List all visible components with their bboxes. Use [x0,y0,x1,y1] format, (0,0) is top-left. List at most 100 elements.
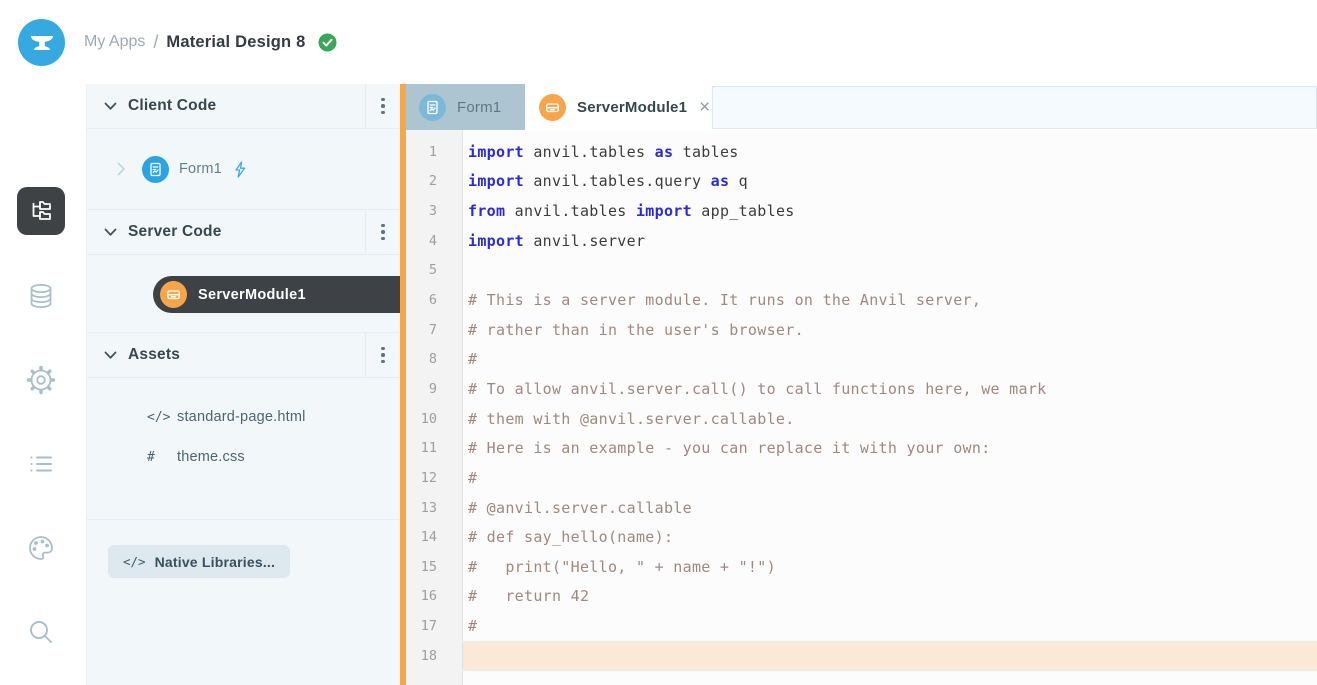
server-code-menu-button[interactable] [365,210,400,254]
line-number: 3 [406,203,463,219]
code-text: import anvil.tables.query as q [463,167,1317,197]
code-brackets-icon: </> [123,554,146,569]
client-code-menu-button[interactable] [365,84,400,128]
app-structure-button[interactable] [17,187,65,235]
tree-item-servermodule1-selected[interactable]: ServerModule1 [153,276,400,313]
breadcrumb: My Apps / Material Design 8 [84,0,337,84]
asset-item-theme-css[interactable]: # theme.css [87,437,400,477]
line-number: 9 [406,381,463,397]
saved-check-icon[interactable] [318,33,337,52]
client-code-body: Form1 [87,129,400,210]
css-file-icon: # [147,450,177,465]
tab-bar: Form1 ServerModule1 × [406,84,1317,130]
panel-resize-handle[interactable] [400,84,406,685]
code-text [463,256,1317,286]
code-editor[interactable]: 1import anvil.tables as tables2import an… [406,130,1317,685]
code-line[interactable]: 16# return 42 [406,582,1317,612]
code-line[interactable]: 9# To allow anvil.server.call() to call … [406,374,1317,404]
breadcrumb-my-apps[interactable]: My Apps [84,33,145,51]
code-text: # [463,611,1317,641]
line-number: 10 [406,411,463,427]
section-assets[interactable]: Assets [87,333,400,378]
code-line[interactable]: 7# rather than in the user's browser. [406,315,1317,345]
line-number: 5 [406,262,463,278]
chevron-down-icon[interactable] [102,98,118,114]
code-line[interactable]: 12# [406,463,1317,493]
code-lines: 1import anvil.tables as tables2import an… [406,137,1317,671]
code-text: # This is a server module. It runs on th… [463,285,1317,315]
line-number: 8 [406,351,463,367]
chevron-right-icon[interactable] [117,162,126,176]
database-button[interactable] [17,272,65,320]
tab-servermodule1-active[interactable]: ServerModule1 × [525,84,712,130]
database-icon [26,281,56,311]
line-number: 11 [406,440,463,456]
assets-menu-button[interactable] [365,333,400,377]
code-line[interactable]: 3from anvil.tables import app_tables [406,196,1317,226]
breadcrumb-app-name[interactable]: Material Design 8 [166,33,305,52]
line-number: 15 [406,559,463,575]
settings-gear-icon [25,364,57,396]
main-content: Form1 ServerModule1 × 1import anvil.tabl… [406,84,1317,685]
asset-item-standard-page[interactable]: </> standard-page.html [87,397,400,437]
line-number: 6 [406,292,463,308]
tree-item-label: Form1 [179,161,222,177]
code-line[interactable]: 11# Here is an example - you can replace… [406,433,1317,463]
section-client-code[interactable]: Client Code [87,84,400,129]
code-line[interactable]: 18 [406,641,1317,671]
code-text: from anvil.tables import app_tables [463,196,1317,226]
theme-palette-icon [26,533,56,563]
search-button[interactable] [17,608,65,656]
left-icon-rail [0,84,86,685]
chevron-down-icon[interactable] [102,224,118,240]
search-icon [26,617,56,647]
line-number: 16 [406,588,463,604]
anvil-icon [28,29,56,57]
code-text: # Here is an example - you can replace i… [463,433,1317,463]
settings-button[interactable] [17,356,65,404]
code-file-icon: </> [147,410,177,425]
code-text: # them with @anvil.server.callable. [463,404,1317,434]
code-text: # [463,463,1317,493]
code-text: # def say_hello(name): [463,522,1317,552]
server-code-body: ServerModule1 [87,255,400,333]
code-text [463,641,1317,671]
anvil-editor-window: My Apps / Material Design 8 [0,0,1317,685]
kebab-menu-icon [381,98,385,115]
close-tab-icon[interactable]: × [699,98,710,117]
code-line[interactable]: 1import anvil.tables as tables [406,137,1317,167]
list-icon [26,449,56,479]
form-icon [419,94,446,121]
code-line[interactable]: 2import anvil.tables.query as q [406,167,1317,197]
code-line[interactable]: 17# [406,611,1317,641]
code-line[interactable]: 15# print("Hello, " + name + "!") [406,552,1317,582]
asset-label: theme.css [177,449,245,465]
code-text: # print("Hello, " + name + "!") [463,552,1317,582]
code-line[interactable]: 8# [406,344,1317,374]
line-number: 1 [406,144,463,160]
code-line[interactable]: 6# This is a server module. It runs on t… [406,285,1317,315]
tree-item-form1[interactable]: Form1 [87,149,400,189]
tab-label: ServerModule1 [577,99,687,116]
code-text: # To allow anvil.server.call() to call f… [463,374,1317,404]
theme-button[interactable] [17,524,65,572]
code-line[interactable]: 4import anvil.server [406,226,1317,256]
tab-form1[interactable]: Form1 [403,84,525,130]
logs-list-button[interactable] [17,440,65,488]
top-bar: My Apps / Material Design 8 [0,0,1317,84]
code-line[interactable]: 13# @anvil.server.callable [406,493,1317,523]
section-server-code[interactable]: Server Code [87,210,400,255]
code-line[interactable]: 14# def say_hello(name): [406,522,1317,552]
native-libraries-button[interactable]: </> Native Libraries... [108,545,290,578]
code-text: # [463,344,1317,374]
anvil-logo[interactable] [18,19,65,66]
breadcrumb-separator: / [153,32,158,53]
app-browser-panel: Client Code Form1 [86,84,400,685]
chevron-down-icon[interactable] [102,347,118,363]
code-line[interactable]: 10# them with @anvil.server.callable. [406,404,1317,434]
kebab-menu-icon [381,347,385,364]
section-title: Server Code [128,223,222,241]
code-text: import anvil.server [463,226,1317,256]
code-line[interactable]: 5 [406,256,1317,286]
kebab-menu-icon [381,224,385,241]
